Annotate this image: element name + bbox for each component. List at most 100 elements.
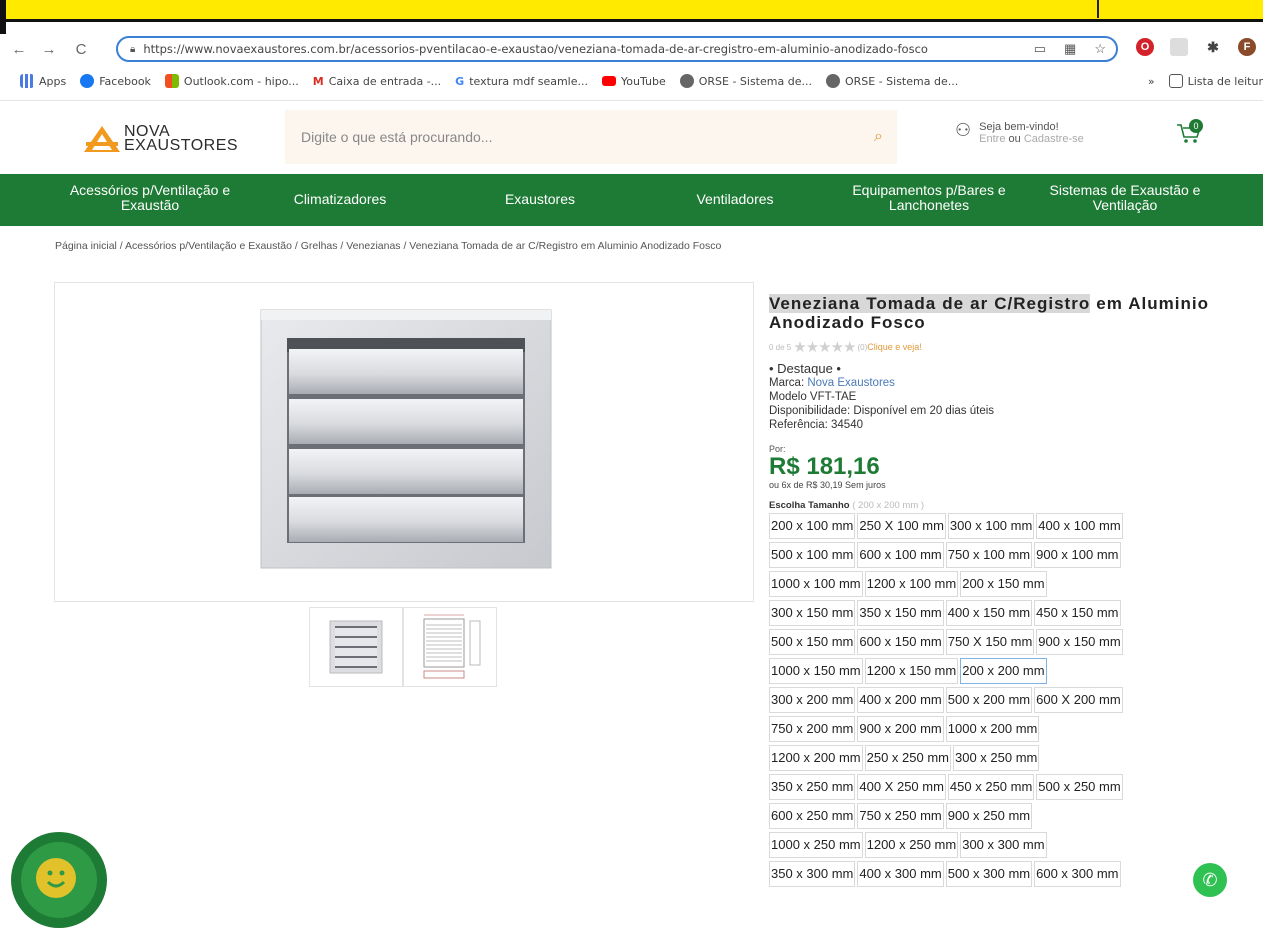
bookmark-youtube[interactable]: YouTube: [601, 75, 666, 88]
account-area[interactable]: ⚇ Seja bem-vindo! Entre ou Cadastre-se: [955, 121, 1084, 145]
extension-icon[interactable]: [1170, 38, 1188, 56]
site-logo[interactable]: NOVA EXAUSTORES: [82, 119, 238, 159]
size-option[interactable]: 200 x 150 mm: [960, 571, 1047, 597]
bookmark-outlook[interactable]: Outlook.com - hipo...: [164, 74, 299, 88]
opera-extension-icon[interactable]: O: [1136, 38, 1154, 56]
size-option[interactable]: 300 x 100 mm: [947, 513, 1035, 539]
size-option[interactable]: 900 x 150 mm: [1036, 629, 1123, 655]
bookmark-facebook[interactable]: Facebook: [80, 74, 151, 88]
reading-list[interactable]: Lista de leitur: [1168, 74, 1263, 88]
size-option[interactable]: 250 x 250 mm: [864, 745, 951, 771]
bookmark-google[interactable]: Gtextura mdf seamle...: [455, 75, 588, 88]
gmail-icon: M: [312, 74, 324, 88]
qr-icon[interactable]: ▦: [1064, 41, 1076, 57]
size-option[interactable]: 500 x 200 mm: [945, 687, 1033, 713]
bookmarks-overflow-button[interactable]: »: [1148, 75, 1155, 88]
size-option[interactable]: 1200 x 250 mm: [864, 832, 959, 858]
size-option[interactable]: 750 X 150 mm: [945, 629, 1035, 655]
size-option[interactable]: 750 x 250 mm: [857, 803, 944, 829]
puzzle-extensions-icon[interactable]: ✱: [1204, 38, 1222, 56]
reviews-seal-badge[interactable]: [4, 818, 110, 928]
globe-icon: [679, 74, 694, 88]
breadcrumb[interactable]: Página inicial / Acessórios p/Ventilação…: [55, 240, 721, 252]
size-option[interactable]: 250 X 100 mm: [857, 513, 946, 539]
size-option[interactable]: 300 x 300 mm: [960, 832, 1047, 858]
apps-grid-icon: [20, 74, 34, 88]
size-option[interactable]: 500 x 150 mm: [769, 629, 856, 655]
register-link[interactable]: Cadastre-se: [1024, 133, 1084, 145]
size-option[interactable]: 500 x 300 mm: [945, 861, 1033, 887]
size-option[interactable]: 300 x 250 mm: [952, 745, 1040, 771]
size-option[interactable]: 1000 x 150 mm: [769, 658, 863, 684]
size-option[interactable]: 200 x 200 mm: [960, 658, 1047, 684]
size-option[interactable]: 400 X 250 mm: [857, 774, 946, 800]
bookmark-gmail[interactable]: M Caixa de entrada -...: [313, 75, 441, 88]
size-option[interactable]: 350 x 150 mm: [857, 600, 944, 626]
size-option[interactable]: 400 x 300 mm: [857, 861, 944, 887]
search-input[interactable]: Digite o que está procurando... ⌕: [285, 110, 897, 164]
search-icon[interactable]: ⌕: [874, 128, 883, 146]
lock-icon: 🔒︎: [130, 43, 136, 55]
size-option[interactable]: 450 x 150 mm: [1034, 600, 1121, 626]
size-option[interactable]: 450 x 250 mm: [947, 774, 1035, 800]
youtube-icon: [601, 76, 616, 86]
louver-image: [260, 309, 552, 569]
size-option[interactable]: 300 x 150 mm: [769, 600, 856, 626]
bookmark-orse-2[interactable]: ORSE - Sistema de...: [825, 74, 958, 88]
size-option[interactable]: 200 x 100 mm: [769, 513, 856, 539]
profile-avatar[interactable]: F: [1238, 38, 1256, 56]
size-option[interactable]: 1200 x 100 mm: [864, 571, 959, 597]
size-option[interactable]: 350 x 250 mm: [769, 774, 856, 800]
size-option[interactable]: 900 x 250 mm: [945, 803, 1033, 829]
login-link[interactable]: Entre: [979, 133, 1005, 145]
size-option[interactable]: 1200 x 200 mm: [769, 745, 863, 771]
size-selector-label: Escolha Tamanho ( 200 x 200 mm ): [769, 500, 925, 511]
rating-cta-link[interactable]: Clique e veja!: [867, 342, 922, 352]
whatsapp-chat-button[interactable]: ✆: [1193, 863, 1227, 897]
size-option[interactable]: 400 x 150 mm: [945, 600, 1033, 626]
size-option[interactable]: 350 x 300 mm: [769, 861, 856, 887]
size-option[interactable]: 1200 x 150 mm: [864, 658, 959, 684]
size-option[interactable]: 300 x 200 mm: [769, 687, 856, 713]
nav-exaustores[interactable]: Exaustores: [490, 192, 590, 207]
reload-icon[interactable]: C: [70, 38, 92, 60]
size-option[interactable]: 750 x 100 mm: [945, 542, 1033, 568]
cart-button[interactable]: 0: [1175, 119, 1205, 147]
nav-ventiladores[interactable]: Ventiladores: [680, 192, 790, 207]
url-text[interactable]: https://www.novaexaustores.com.br/acesso…: [143, 42, 1033, 56]
size-option[interactable]: 600 x 100 mm: [857, 542, 944, 568]
thumbnail-drawing[interactable]: [403, 607, 497, 687]
top-highlight-strip: [0, 0, 1263, 34]
size-option[interactable]: 600 X 200 mm: [1034, 687, 1123, 713]
thumbnail-photo[interactable]: [309, 607, 403, 687]
size-option[interactable]: 1000 x 200 mm: [945, 716, 1040, 742]
thumbnail-strip: [309, 607, 497, 687]
size-option[interactable]: 600 x 250 mm: [769, 803, 856, 829]
size-option[interactable]: 500 x 100 mm: [769, 542, 856, 568]
nav-equipamentos[interactable]: Equipamentos p/Bares e Lanchonetes: [843, 183, 1015, 213]
nav-sistemas[interactable]: Sistemas de Exaustão e Ventilação: [1035, 183, 1215, 213]
size-option[interactable]: 400 x 100 mm: [1036, 513, 1123, 539]
product-rating[interactable]: 0 de 5 ★★★★★ (0) Clique e veja!: [769, 338, 1209, 356]
nav-climatizadores[interactable]: Climatizadores: [280, 192, 400, 207]
bookmark-star-icon[interactable]: ☆: [1094, 41, 1106, 57]
size-option[interactable]: 1000 x 250 mm: [769, 832, 863, 858]
product-main-image[interactable]: [54, 282, 754, 602]
cast-icon[interactable]: ▭: [1034, 41, 1046, 57]
size-option[interactable]: 900 x 100 mm: [1034, 542, 1121, 568]
size-option[interactable]: 1000 x 100 mm: [769, 571, 863, 597]
bookmark-apps[interactable]: Apps: [20, 74, 66, 88]
size-option[interactable]: 900 x 200 mm: [857, 716, 944, 742]
size-option[interactable]: 500 x 250 mm: [1036, 774, 1123, 800]
back-arrow-icon[interactable]: ←: [8, 38, 30, 60]
availability-row: Disponibilidade: Disponível em 20 dias ú…: [769, 405, 995, 417]
size-option[interactable]: 400 x 200 mm: [857, 687, 944, 713]
size-option[interactable]: 600 x 300 mm: [1034, 861, 1121, 887]
nav-acessorios[interactable]: Acessórios p/Ventilação e Exaustão: [60, 183, 240, 213]
forward-arrow-icon[interactable]: →: [38, 38, 60, 60]
address-bar[interactable]: 🔒︎ https://www.novaexaustores.com.br/ace…: [116, 36, 1118, 62]
brand-link[interactable]: Nova Exaustores: [807, 377, 895, 389]
size-option[interactable]: 600 x 150 mm: [857, 629, 944, 655]
bookmark-orse-1[interactable]: ORSE - Sistema de...: [679, 74, 812, 88]
size-option[interactable]: 750 x 200 mm: [769, 716, 856, 742]
